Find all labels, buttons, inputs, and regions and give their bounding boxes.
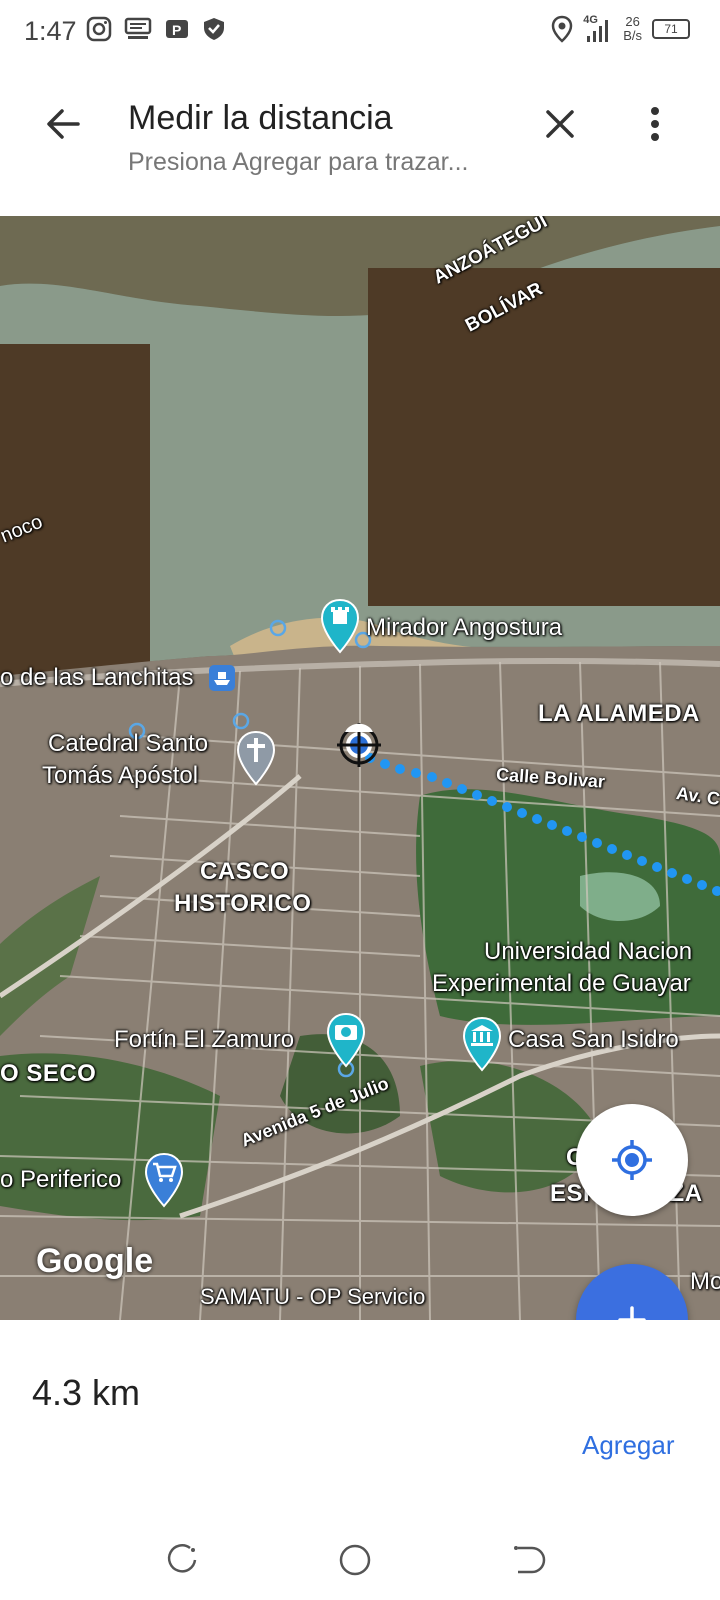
recents-icon	[167, 1544, 197, 1573]
shield-icon	[204, 18, 224, 40]
more-vert-icon	[651, 107, 659, 141]
ferry-icon[interactable]	[208, 664, 236, 692]
notification-icon	[124, 17, 152, 39]
church-pin-icon[interactable]	[236, 730, 276, 786]
shopping-pin-icon[interactable]	[144, 1152, 184, 1208]
network-speed-value: 26	[625, 14, 640, 29]
battery-icon: 71	[652, 19, 690, 39]
map-label-mirador: Mirador Angostura	[366, 614, 563, 641]
google-logo: Google	[36, 1242, 154, 1280]
network-speed-unit: B/s	[623, 28, 642, 43]
page-subtitle: Presiona Agregar para trazar...	[128, 148, 469, 176]
status-icons-left: P	[86, 16, 226, 42]
map-label-catedral-line1: Catedral Santo	[48, 730, 209, 757]
my-location-icon	[612, 1140, 652, 1180]
map-label-fortin: Fortín El Zamuro	[114, 1026, 295, 1053]
back-button[interactable]	[40, 100, 88, 148]
more-options-button[interactable]	[640, 100, 670, 148]
svg-text:P: P	[172, 22, 181, 38]
home-icon	[339, 1544, 371, 1576]
map-label-seco: O SECO	[0, 1060, 97, 1087]
network-speed: 26 B/s	[623, 15, 642, 43]
instagram-icon	[86, 16, 112, 42]
map-label-mo: Mo	[690, 1268, 720, 1295]
back-nav-icon	[514, 1546, 546, 1574]
battery-level: 71	[664, 22, 678, 36]
map-label-samatu: SAMATU - OP Servicio	[200, 1284, 426, 1309]
system-nav-bar	[0, 1520, 720, 1600]
my-location-button[interactable]	[576, 1104, 688, 1216]
location-icon	[551, 15, 573, 43]
close-button[interactable]	[536, 100, 584, 148]
map-label-universidad-line1: Universidad Nacion	[484, 938, 693, 965]
measurement-panel: 4.3 km Agregar	[0, 1320, 720, 1520]
signal-icon: 4G	[583, 14, 613, 44]
home-button[interactable]	[333, 1538, 377, 1582]
map-label-casa-san-isidro: Casa San Isidro	[508, 1026, 679, 1053]
map-label-catedral-line2: Tomás Apóstol	[42, 762, 199, 789]
map-label-lanchitas: o de las Lanchitas	[0, 664, 194, 691]
arrow-back-icon	[47, 109, 80, 139]
map-label-casco-line2: HISTORICO	[174, 890, 312, 917]
map-label-universidad-line2: Experimental de Guayar	[432, 970, 691, 997]
map-label-la-alameda: LA ALAMEDA	[538, 700, 700, 727]
status-time: 1:47	[24, 16, 77, 46]
camera-pin-icon[interactable]	[326, 1012, 366, 1068]
page-title: Medir la distancia	[128, 99, 393, 137]
recents-button[interactable]	[160, 1538, 204, 1582]
add-point-button[interactable]: Agregar	[582, 1430, 675, 1461]
parking-icon: P	[166, 20, 188, 38]
back-nav-button[interactable]	[506, 1538, 550, 1582]
status-icons-right: 4G 26 B/s 71	[551, 14, 690, 44]
landmark-pin-icon[interactable]	[320, 598, 360, 654]
museum-pin-icon[interactable]	[462, 1016, 502, 1072]
map-label-casco-line1: CASCO	[200, 858, 290, 885]
measure-toolbar: Medir la distancia Presiona Agregar para…	[0, 64, 720, 216]
status-bar: 1:47 P 4G 26 B/s 71	[0, 0, 720, 64]
close-icon	[546, 110, 574, 138]
map-label-periferico: o Periferico	[0, 1166, 122, 1193]
total-distance: 4.3 km	[32, 1372, 141, 1413]
